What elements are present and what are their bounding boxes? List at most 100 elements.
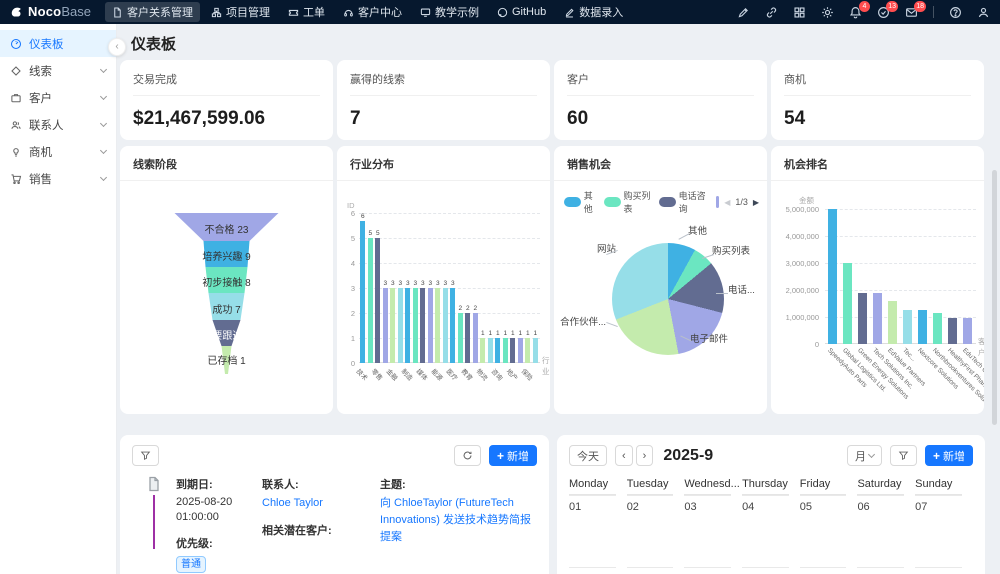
tasks-icon[interactable]: 13 [877,0,898,19]
notifications-icon[interactable]: 4 [849,0,870,19]
legend-next-icon[interactable]: ▶ [753,198,759,207]
task-item[interactable]: 到期日: 2025-08-20 01:00:00 优先级: 普通 联系人: Ch… [132,476,537,573]
calendar-day-cell[interactable]: 02 [626,495,685,567]
highlighter-icon[interactable] [737,6,750,19]
legend-prev-icon[interactable]: ◀ [724,198,730,207]
calendar-day-cell[interactable]: 11 [742,567,800,574]
nav-tab-crm[interactable]: 客户关系管理 [104,2,200,22]
top-navbar: NocoBase 客户关系管理 项目管理 工单 客户中心 教学示例 GitHub [0,0,1000,24]
calendar-day-cell[interactable]: 04 [742,495,800,567]
funnel-stage-label: 初步接触 8 [202,278,251,289]
bar-value-label: 2 [465,305,470,312]
legend-item[interactable]: 电话咨询 [658,189,709,215]
sidebar-item-sales[interactable]: 销售 [0,165,116,192]
weekday-header-cell: Saturday [857,478,915,495]
messages-icon[interactable]: 18 [905,0,926,19]
help-icon[interactable] [949,6,962,19]
bar-column: 3 [449,213,457,363]
bar [442,288,448,363]
pie-chart: 其他 购买列表 电话咨询 ◀ 1/3 ▶ 其他 购买列表 电话... 电子邮件 合作伙伴… [554,181,767,406]
left-sidebar: 仪表板 线索 客户 联系人 商机 销售 [0,24,117,574]
weekday-label: Saturday [857,478,905,495]
bar-column: 3 [412,213,420,363]
sidebar-collapse-button[interactable]: ‹ [108,38,126,56]
calendar-filter-button[interactable] [889,445,917,466]
timeline-bar [153,495,155,549]
sidebar-item-contacts[interactable]: 联系人 [0,111,116,138]
bar-column: 6 [359,213,367,363]
calendar-day-cell[interactable]: 14 [915,567,973,574]
sidebar-item-customers[interactable]: 客户 [0,84,116,111]
view-select[interactable]: 月 [846,445,882,466]
bar-value-label: 3 [405,280,410,287]
calendar-day-cell[interactable]: 10 [684,567,742,574]
nav-tab-examples[interactable]: 教学示例 [413,2,486,22]
bar [933,312,942,344]
refresh-icon [463,451,472,460]
legend-item[interactable]: 其他 [564,189,599,215]
x-axis-name: 客户 [978,337,984,357]
bar-column [915,209,930,344]
kpi-card-leads-won: 赢得的线索 7 [337,60,550,140]
legend-item-partial[interactable] [715,196,720,208]
link-icon[interactable] [765,6,778,19]
bar [502,338,508,363]
calendar-day-cell[interactable]: 08 [569,567,627,574]
filter-button[interactable] [132,445,159,466]
user-icon[interactable] [977,6,990,19]
calendar-day-cell[interactable]: 09 [626,567,685,574]
calendar-day-cell[interactable]: 13 [857,567,915,574]
x-labels: SpeedyAuto Parts Global Logistics Ltd. Gre… [825,346,984,406]
calendar-day-cell[interactable]: 05 [799,495,858,567]
day-number: 14 [915,568,973,574]
bar [382,288,388,363]
nav-tab-project[interactable]: 项目管理 [204,2,277,22]
weekday-label: Friday [799,478,847,495]
calendar-day-cell[interactable]: 01 [569,495,627,567]
add-event-button[interactable]: + 新增 [924,445,973,466]
bars: 655333333333322211111111 [359,213,540,363]
prev-month-button[interactable]: ‹ [615,445,633,466]
calendar-day-cell[interactable]: 07 [915,495,973,567]
bar-column [840,209,855,344]
subject-link[interactable]: 向 ChloeTaylor (FutureTech Innovations) 发… [380,495,537,546]
calendar-day-cell[interactable]: 12 [799,567,858,574]
x-labels: 技术 零售 金融 制造 媒体 能源 医疗 教育 物流 咨询 地产 保险 [355,365,540,403]
bar-value-label: 1 [480,330,485,337]
sidebar-item-dashboard[interactable]: 仪表板 [0,30,116,57]
nav-tab-ticket[interactable]: 工单 [281,2,332,22]
y-tick-label: 4 [350,259,355,268]
ranking-bar-chart: 金额 客户 5,000,000 4,000,000 3,000,000 2,000,000… [771,181,984,406]
weekday-header-cell: Thursday [742,478,800,495]
add-task-button[interactable]: + 新增 [488,445,537,466]
chart-title: 机会排名 [771,146,984,181]
legend-item[interactable]: 购买列表 [603,189,654,215]
bar-value-label: 1 [495,330,500,337]
refresh-button[interactable] [453,445,481,466]
bar [390,288,396,363]
sidebar-item-opportunities[interactable]: 商机 [0,138,116,165]
github-icon [497,7,508,17]
weekday-header-cell: Wednesd... [684,478,742,495]
next-month-button[interactable]: › [635,445,654,466]
logo-mark-icon [11,7,21,17]
nav-tab-data-entry[interactable]: 数据录入 [557,2,630,22]
contact-link[interactable]: Chloe Taylor [262,495,380,512]
apps-icon[interactable] [793,6,806,19]
calendar-day-cell[interactable]: 06 [857,495,915,567]
field-label: 相关潜在客户: [262,525,332,538]
page-scrollbar[interactable] [992,170,997,425]
bar-column [825,209,840,344]
nav-tab-github[interactable]: GitHub [490,4,553,20]
nav-tab-customer-center[interactable]: 客户中心 [336,2,409,22]
today-button[interactable]: 今天 [569,445,607,466]
calendar-day-cell[interactable]: 03 [684,495,742,567]
day-number: 10 [684,568,742,574]
sidebar-item-leads[interactable]: 线索 [0,57,116,84]
bar [457,313,463,363]
x-tick-label: 零售 [369,368,384,383]
nocobase-logo[interactable]: NocoBase [10,3,91,21]
settings-icon[interactable] [821,6,834,19]
bar [420,288,426,363]
day-number: 01 [569,501,582,513]
